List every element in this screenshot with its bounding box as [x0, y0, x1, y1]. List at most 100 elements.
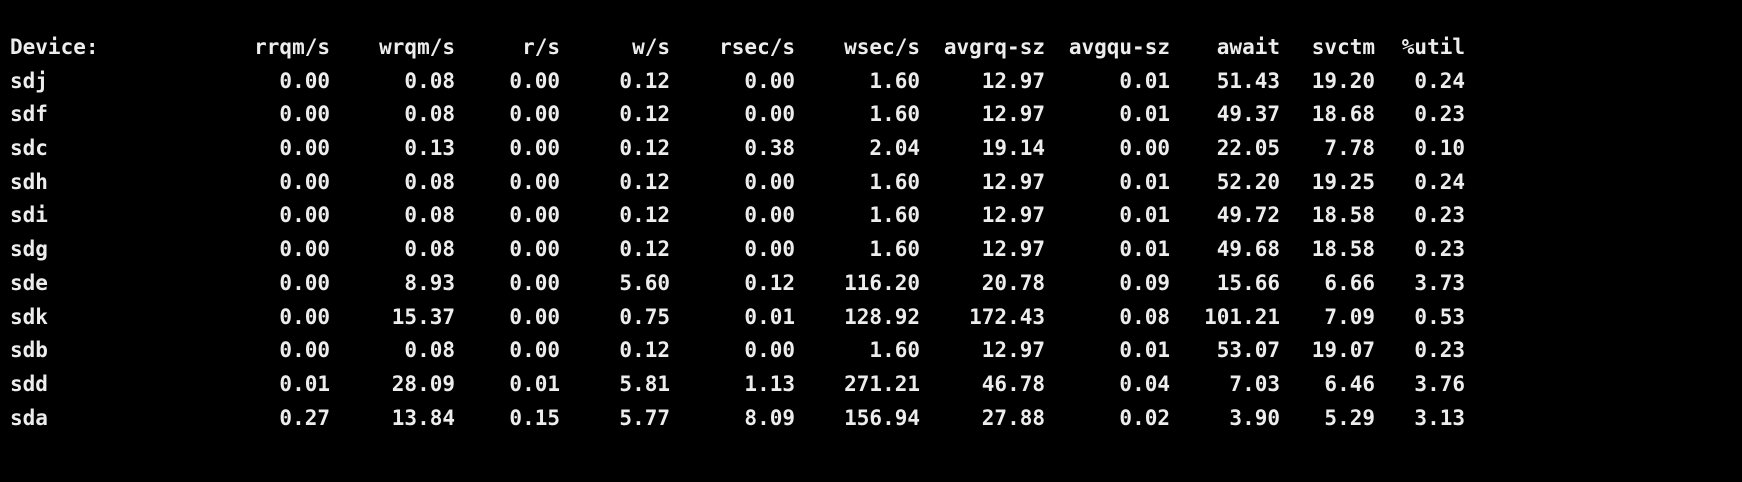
device-name-cell: sdj	[10, 68, 48, 93]
metric-cell: 22.05	[1216, 136, 1280, 161]
metric-cell: 0.01	[1119, 203, 1170, 228]
metric-cell: 0.12	[619, 237, 670, 262]
metric-cell: 49.68	[1216, 237, 1280, 262]
metric-cell: 0.00	[279, 102, 330, 127]
metric-cell: 1.60	[869, 338, 920, 363]
metric-cell: 0.01	[509, 371, 560, 396]
metric-cell: 0.00	[509, 68, 560, 93]
metric-cell: 0.12	[619, 338, 670, 363]
metric-cell: 0.01	[279, 371, 330, 396]
header-cell: rsec/s	[719, 35, 795, 59]
metric-cell: 0.23	[1414, 237, 1465, 262]
metric-cell: 0.01	[1119, 237, 1170, 262]
device-name-cell: sde	[10, 270, 48, 295]
metric-cell: 0.08	[404, 68, 455, 93]
table-row: sdf 0.00 0.08 0.00 0.12 0.00 1.60 12.97 0.01 49.3…	[10, 98, 1465, 132]
metric-cell: 101.21	[1204, 304, 1280, 329]
metric-cell: 0.53	[1414, 304, 1465, 329]
metric-cell: 6.46	[1324, 371, 1375, 396]
metric-cell: 49.72	[1216, 203, 1280, 228]
metric-cell: 0.00	[279, 304, 330, 329]
metric-cell: 0.00	[1119, 136, 1170, 161]
table-row: sdc 0.00 0.13 0.00 0.12 0.38 2.04 19.14 0.00 22.0…	[10, 132, 1465, 166]
metric-cell: 19.20	[1311, 68, 1375, 93]
metric-cell: 116.20	[844, 270, 920, 295]
metric-cell: 12.97	[981, 169, 1045, 194]
metric-cell: 12.97	[981, 102, 1045, 127]
metric-cell: 0.23	[1414, 338, 1465, 363]
device-name-cell: sdc	[10, 136, 48, 161]
metric-cell: 0.75	[619, 304, 670, 329]
metric-cell: 3.76	[1414, 371, 1465, 396]
metric-cell: 3.73	[1414, 270, 1465, 295]
metric-cell: 0.00	[744, 338, 795, 363]
metric-cell: 128.92	[844, 304, 920, 329]
header-cell: Device:	[10, 35, 99, 59]
metric-cell: 51.43	[1216, 68, 1280, 93]
metric-cell: 53.07	[1216, 338, 1280, 363]
table-row: sdi 0.00 0.08 0.00 0.12 0.00 1.60 12.97 0.01 49.7…	[10, 199, 1465, 233]
metric-cell: 0.00	[509, 136, 560, 161]
metric-cell: 0.12	[619, 68, 670, 93]
table-row: sdj 0.00 0.08 0.00 0.12 0.00 1.60 12.97 0.01 51.4…	[10, 65, 1465, 99]
table-row: sde 0.00 8.93 0.00 5.60 0.12 116.20 20.78 0.09 15…	[10, 267, 1465, 301]
metric-cell: 12.97	[981, 203, 1045, 228]
metric-cell: 49.37	[1216, 102, 1280, 127]
metric-cell: 27.88	[981, 405, 1045, 430]
metric-cell: 1.60	[869, 102, 920, 127]
metric-cell: 18.68	[1311, 102, 1375, 127]
header-cell: rrqm/s	[254, 35, 330, 59]
table-header-row: Device: rrqm/s wrqm/s r/s w/s rsec/s wse…	[10, 31, 1465, 65]
metric-cell: 0.02	[1119, 405, 1170, 430]
metric-cell: 0.08	[1119, 304, 1170, 329]
metric-cell: 13.84	[391, 405, 455, 430]
metric-cell: 52.20	[1216, 169, 1280, 194]
metric-cell: 0.00	[279, 270, 330, 295]
metric-cell: 1.13	[744, 371, 795, 396]
table-row: sda 0.27 13.84 0.15 5.77 8.09 156.94 27.88 0.02 3…	[10, 402, 1465, 436]
metric-cell: 0.00	[279, 338, 330, 363]
metric-cell: 5.29	[1324, 405, 1375, 430]
metric-cell: 0.00	[509, 203, 560, 228]
metric-cell: 0.12	[619, 169, 670, 194]
metric-cell: 7.09	[1324, 304, 1375, 329]
metric-cell: 0.23	[1414, 102, 1465, 127]
metric-cell: 8.93	[404, 270, 455, 295]
table-row: sdh 0.00 0.08 0.00 0.12 0.00 1.60 12.97 0.01 52.2…	[10, 166, 1465, 200]
metric-cell: 12.97	[981, 237, 1045, 262]
metric-cell: 0.23	[1414, 203, 1465, 228]
metric-cell: 1.60	[869, 237, 920, 262]
device-name-cell: sdf	[10, 102, 48, 127]
header-cell: avgqu-sz	[1068, 35, 1170, 59]
metric-cell: 0.24	[1414, 68, 1465, 93]
metric-cell: 28.09	[391, 371, 455, 396]
header-cell: avgrq-sz	[943, 35, 1045, 59]
metric-cell: 8.09	[744, 405, 795, 430]
metric-cell: 0.00	[744, 102, 795, 127]
header-cell: await	[1216, 35, 1280, 59]
table-row: sdk 0.00 15.37 0.00 0.75 0.01 128.92 172.43 0.08…	[10, 301, 1465, 335]
metric-cell: 0.00	[509, 304, 560, 329]
metric-cell: 172.43	[969, 304, 1045, 329]
metric-cell: 0.00	[744, 68, 795, 93]
table-row: sdg 0.00 0.08 0.00 0.12 0.00 1.60 12.97 0.01 49.6…	[10, 233, 1465, 267]
header-cell: %util	[1401, 35, 1465, 59]
header-cell: svctm	[1311, 35, 1375, 59]
header-cell: w/s	[632, 35, 670, 59]
device-name-cell: sdk	[10, 304, 48, 329]
metric-cell: 2.04	[869, 136, 920, 161]
metric-cell: 0.00	[509, 338, 560, 363]
device-name-cell: sda	[10, 405, 48, 430]
metric-cell: 0.00	[279, 68, 330, 93]
metric-cell: 0.08	[404, 102, 455, 127]
metric-cell: 0.08	[404, 338, 455, 363]
metric-cell: 0.12	[744, 270, 795, 295]
metric-cell: 156.94	[844, 405, 920, 430]
terminal-window[interactable]: Device: rrqm/s wrqm/s r/s w/s rsec/s wse…	[0, 0, 1742, 482]
metric-cell: 46.78	[981, 371, 1045, 396]
metric-cell: 0.08	[404, 203, 455, 228]
device-name-cell: sdb	[10, 338, 48, 363]
metric-cell: 15.37	[391, 304, 455, 329]
metric-cell: 0.00	[279, 203, 330, 228]
metric-cell: 0.00	[744, 203, 795, 228]
